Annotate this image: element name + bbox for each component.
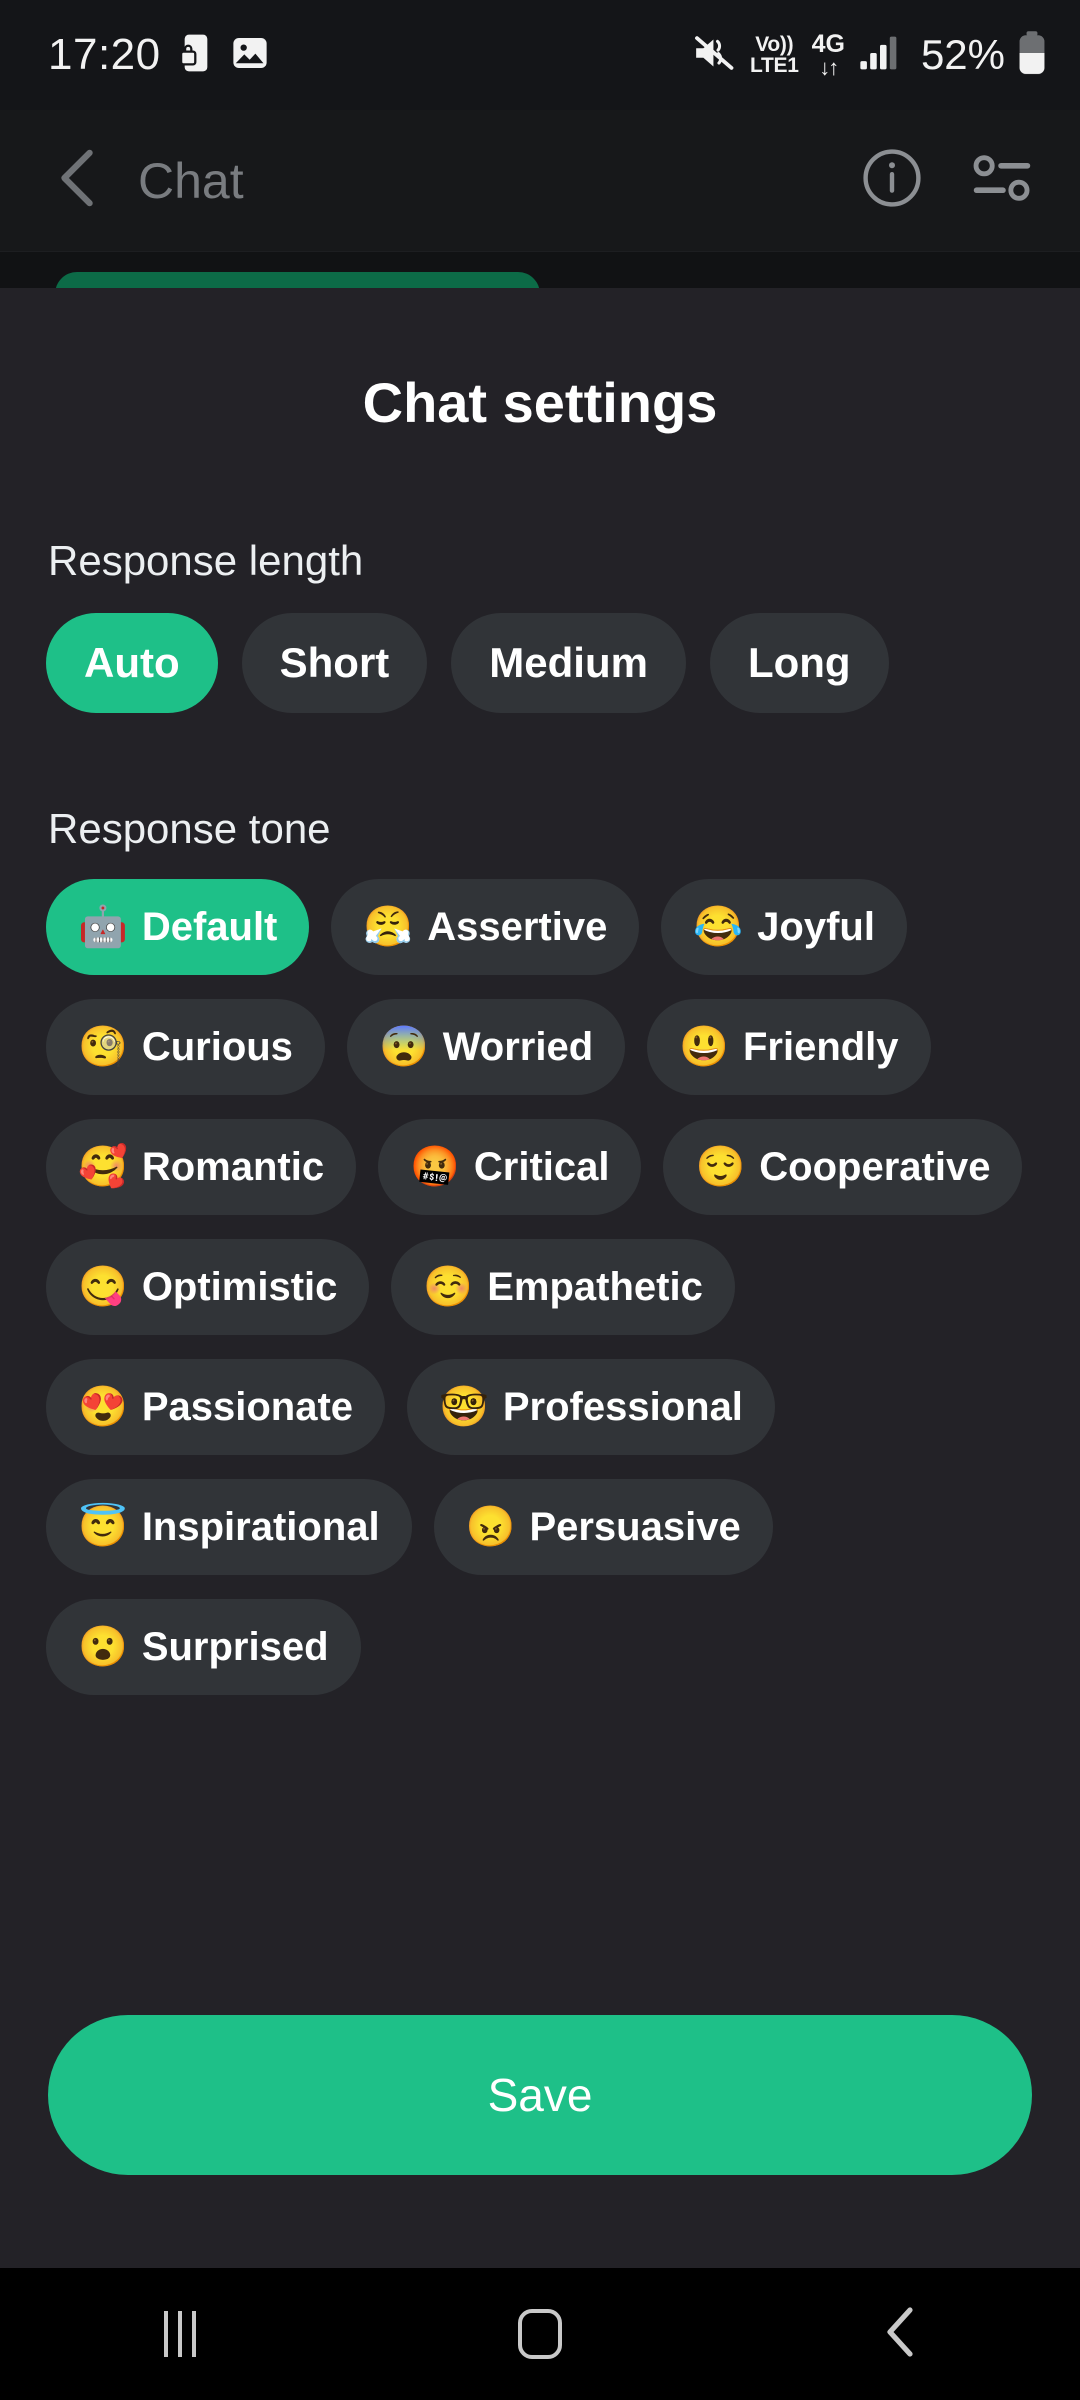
chip-emoji: 😤	[363, 905, 414, 949]
chip-label: Worried	[442, 1024, 594, 1069]
image-icon	[231, 34, 269, 77]
tone-chip-assertive[interactable]: 😤 Assertive	[331, 879, 640, 975]
chip-emoji: 😨	[378, 1025, 429, 1069]
chip-label: Critical	[473, 1144, 610, 1189]
phone-lock-icon	[179, 33, 213, 78]
chip-emoji: 🤓	[439, 1385, 489, 1429]
back-icon	[878, 2306, 922, 2363]
save-button[interactable]: Save	[48, 2015, 1032, 2175]
response-tone-label: Response tone	[48, 805, 331, 852]
tone-chip-romantic[interactable]: 🥰 Romantic	[46, 1119, 357, 1215]
chip-label: Curious	[141, 1024, 293, 1069]
network-type-indicator: 4G ↓↑	[811, 29, 845, 80]
chat-settings-button[interactable]	[964, 143, 1040, 219]
mute-icon	[693, 33, 737, 78]
tone-chip-inspirational[interactable]: 😇 Inspirational	[46, 1479, 412, 1575]
nav-home-button[interactable]	[450, 2268, 630, 2400]
tone-chip-professional[interactable]: 🤓 Professional	[407, 1359, 775, 1455]
chip-label: Medium	[489, 639, 648, 686]
chip-label: Professional	[502, 1384, 743, 1429]
tone-chip-curious[interactable]: 🧐 Curious	[46, 999, 325, 1095]
chip-emoji: 😌	[695, 1145, 746, 1189]
tone-chip-critical[interactable]: 🤬 Critical	[378, 1119, 642, 1215]
chip-emoji: 😮	[78, 1625, 128, 1669]
chip-label: Surprised	[141, 1624, 329, 1669]
chip-emoji: 😋	[78, 1265, 128, 1309]
tone-chip-empathetic[interactable]: ☺️ Empathetic	[391, 1239, 735, 1335]
chip-label: Long	[747, 639, 851, 686]
system-nav-bar	[0, 2268, 1080, 2400]
tone-chip-joyful[interactable]: 😂 Joyful	[661, 879, 907, 975]
recents-icon	[164, 2311, 196, 2357]
length-chip-short[interactable]: Short	[241, 613, 428, 713]
chip-label: Passionate	[141, 1384, 354, 1429]
chip-emoji: 🤬	[410, 1145, 460, 1189]
chip-emoji: 😍	[78, 1385, 128, 1429]
tone-chip-persuasive[interactable]: 😠 Persuasive	[433, 1479, 773, 1575]
page-title: Chat	[138, 152, 244, 209]
chip-emoji: 🧐	[78, 1025, 128, 1069]
chip-emoji: 😂	[693, 905, 744, 949]
chip-label: Cooperative	[759, 1144, 991, 1189]
chip-label: Romantic	[141, 1144, 325, 1189]
chip-emoji: 🤖	[78, 905, 128, 949]
chip-emoji: 🥰	[78, 1145, 128, 1189]
response-length-label: Response length	[48, 537, 364, 584]
status-bar-right: Vo)) LTE1 4G ↓↑ 52%	[693, 29, 1046, 80]
tone-chip-surprised[interactable]: 😮 Surprised	[46, 1599, 361, 1695]
chip-emoji: 😠	[465, 1505, 516, 1549]
chip-label: Assertive	[427, 904, 608, 949]
response-length-options: Auto Short Medium Long	[0, 613, 1080, 713]
sliders-icon	[970, 150, 1034, 211]
chip-emoji: 😇	[78, 1505, 128, 1549]
tone-chip-cooperative[interactable]: 😌 Cooperative	[663, 1119, 1023, 1215]
chat-settings-sheet: Chat settings Response length Auto Short M…	[0, 288, 1080, 2268]
chevron-left-icon	[52, 147, 104, 214]
chip-label: Default	[141, 904, 278, 949]
battery-percent: 52%	[920, 31, 1005, 78]
chip-label: Inspirational	[141, 1504, 380, 1549]
battery-icon	[1018, 30, 1046, 80]
volte-indicator: Vo)) LTE1	[749, 32, 799, 77]
status-bar-left: 17:20	[48, 33, 269, 78]
chip-label: Joyful	[757, 904, 875, 949]
info-button[interactable]	[854, 143, 930, 219]
sheet-title: Chat settings	[362, 371, 718, 434]
chip-label: Optimistic	[141, 1264, 338, 1309]
chip-emoji: 😃	[679, 1025, 729, 1069]
response-tone-options: 🤖 Default 😤 Assertive 😂 Joyful 🧐 Curious 😨 Worrie…	[0, 879, 1080, 1695]
phone-screen: 17:20 Vo)) LTE1 4G ↓↑ 52% Chat Chat sett…	[0, 0, 1080, 2400]
tone-chip-optimistic[interactable]: 😋 Optimistic	[46, 1239, 370, 1335]
chip-label: Short	[279, 639, 390, 686]
chip-label: Empathetic	[487, 1264, 703, 1309]
length-chip-long[interactable]: Long	[709, 613, 889, 713]
tone-chip-default[interactable]: 🤖 Default	[46, 879, 310, 975]
tone-chip-passionate[interactable]: 😍 Passionate	[46, 1359, 386, 1455]
tone-chip-worried[interactable]: 😨 Worried	[346, 999, 626, 1095]
status-bar: 17:20 Vo)) LTE1 4G ↓↑ 52%	[0, 0, 1080, 110]
back-button[interactable]	[46, 149, 110, 213]
status-time: 17:20	[48, 30, 161, 79]
app-bar: Chat	[0, 110, 1080, 252]
chip-emoji: ☺️	[423, 1265, 474, 1309]
info-circle-icon	[860, 146, 924, 215]
length-chip-medium[interactable]: Medium	[451, 613, 686, 713]
chip-label: Persuasive	[529, 1504, 741, 1549]
chip-label: Auto	[84, 639, 180, 686]
home-icon	[518, 2309, 562, 2359]
tone-chip-friendly[interactable]: 😃 Friendly	[647, 999, 931, 1095]
nav-recents-button[interactable]	[90, 2268, 270, 2400]
signal-bars-icon	[858, 35, 902, 76]
length-chip-auto[interactable]: Auto	[46, 613, 218, 713]
chip-label: Friendly	[742, 1024, 899, 1069]
nav-back-button[interactable]	[810, 2268, 990, 2400]
